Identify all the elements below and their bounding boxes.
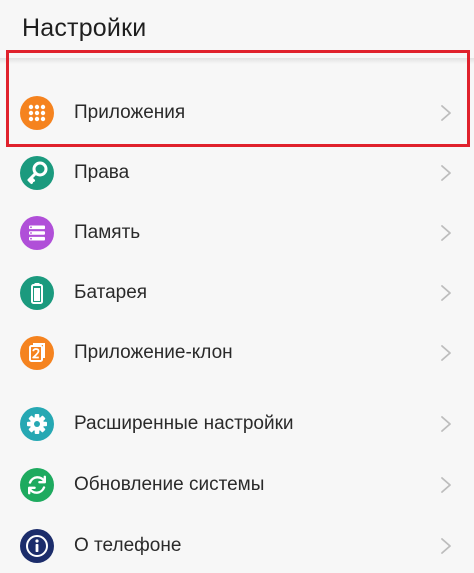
- settings-item-label: Память: [74, 222, 141, 243]
- chevron-right-icon: [440, 104, 452, 122]
- chevron-right-icon: [440, 415, 452, 433]
- header: Настройки: [0, 0, 474, 58]
- battery-icon: [20, 276, 54, 310]
- settings-item-label: Приложение-клон: [74, 342, 233, 363]
- settings-item-storage[interactable]: Память: [0, 204, 474, 262]
- chevron-right-icon: [440, 537, 452, 555]
- gear-icon: [20, 407, 54, 441]
- settings-item-label: О телефоне: [74, 535, 182, 556]
- settings-item-battery[interactable]: Батарея: [0, 264, 474, 322]
- page-title: Настройки: [22, 14, 147, 42]
- chevron-right-icon: [440, 224, 452, 242]
- settings-item-label: Права: [74, 162, 130, 183]
- apps-grid-icon: [20, 96, 54, 130]
- chevron-right-icon: [440, 476, 452, 494]
- system-update-icon: [20, 468, 54, 502]
- settings-item-advanced[interactable]: Расширенные настройки: [0, 395, 474, 453]
- settings-item-apps[interactable]: Приложения: [0, 84, 474, 142]
- header-divider: [0, 58, 474, 64]
- storage-icon: [20, 216, 54, 250]
- settings-item-permissions[interactable]: Права: [0, 144, 474, 202]
- key-icon: [20, 156, 54, 190]
- settings-item-system-update[interactable]: Обновление системы: [0, 456, 474, 514]
- settings-item-about-phone[interactable]: О телефоне: [0, 517, 474, 573]
- chevron-right-icon: [440, 284, 452, 302]
- settings-item-label: Расширенные настройки: [74, 413, 294, 434]
- settings-screen: Настройки Приложения Права Память Батаре…: [0, 0, 474, 573]
- settings-item-label: Обновление системы: [74, 474, 265, 495]
- chevron-right-icon: [440, 344, 452, 362]
- app-twin-icon: [20, 336, 54, 370]
- chevron-right-icon: [440, 164, 452, 182]
- info-icon: [20, 529, 54, 563]
- settings-item-label: Батарея: [74, 282, 148, 303]
- settings-item-label: Приложения: [74, 102, 186, 123]
- settings-item-app-twin[interactable]: Приложение-клон: [0, 324, 474, 382]
